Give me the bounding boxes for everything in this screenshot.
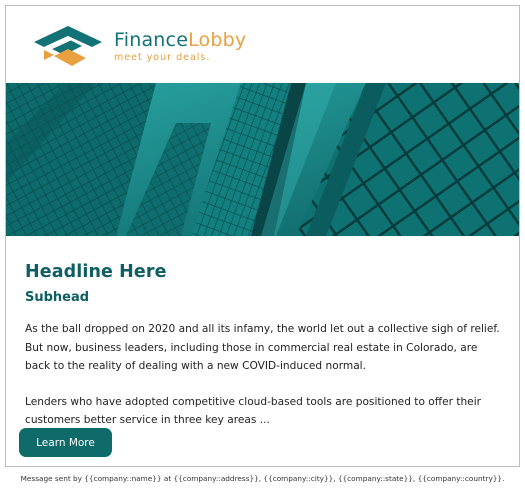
hero-image <box>6 83 519 236</box>
brand-name: FinanceLobby <box>114 29 246 51</box>
headline: Headline Here <box>25 262 167 282</box>
email-card: FinanceLobby meet your deals. Headline H… <box>5 5 520 467</box>
email-content: Headline Here Subhead As the ball droppe… <box>25 262 505 430</box>
city-skyscrapers-image <box>6 83 519 236</box>
subhead: Subhead <box>25 290 90 305</box>
logo-text: FinanceLobby meet your deals. <box>114 29 246 63</box>
paragraph-2: Lenders who have adopted competitive clo… <box>25 395 482 427</box>
logo[interactable]: FinanceLobby meet your deals. <box>30 20 246 72</box>
footer-company-info: Message sent by {{company::name}} at {{c… <box>20 474 505 483</box>
brand-tagline: meet your deals. <box>114 52 211 63</box>
learn-more-button[interactable]: Learn More <box>19 428 112 457</box>
brand-name-part2: Lobby <box>188 29 247 51</box>
paragraph-1: As the ball dropped on 2020 and all its … <box>25 323 500 372</box>
brand-name-part1: Finance <box>114 29 189 51</box>
finance-lobby-logo-icon <box>34 26 102 66</box>
